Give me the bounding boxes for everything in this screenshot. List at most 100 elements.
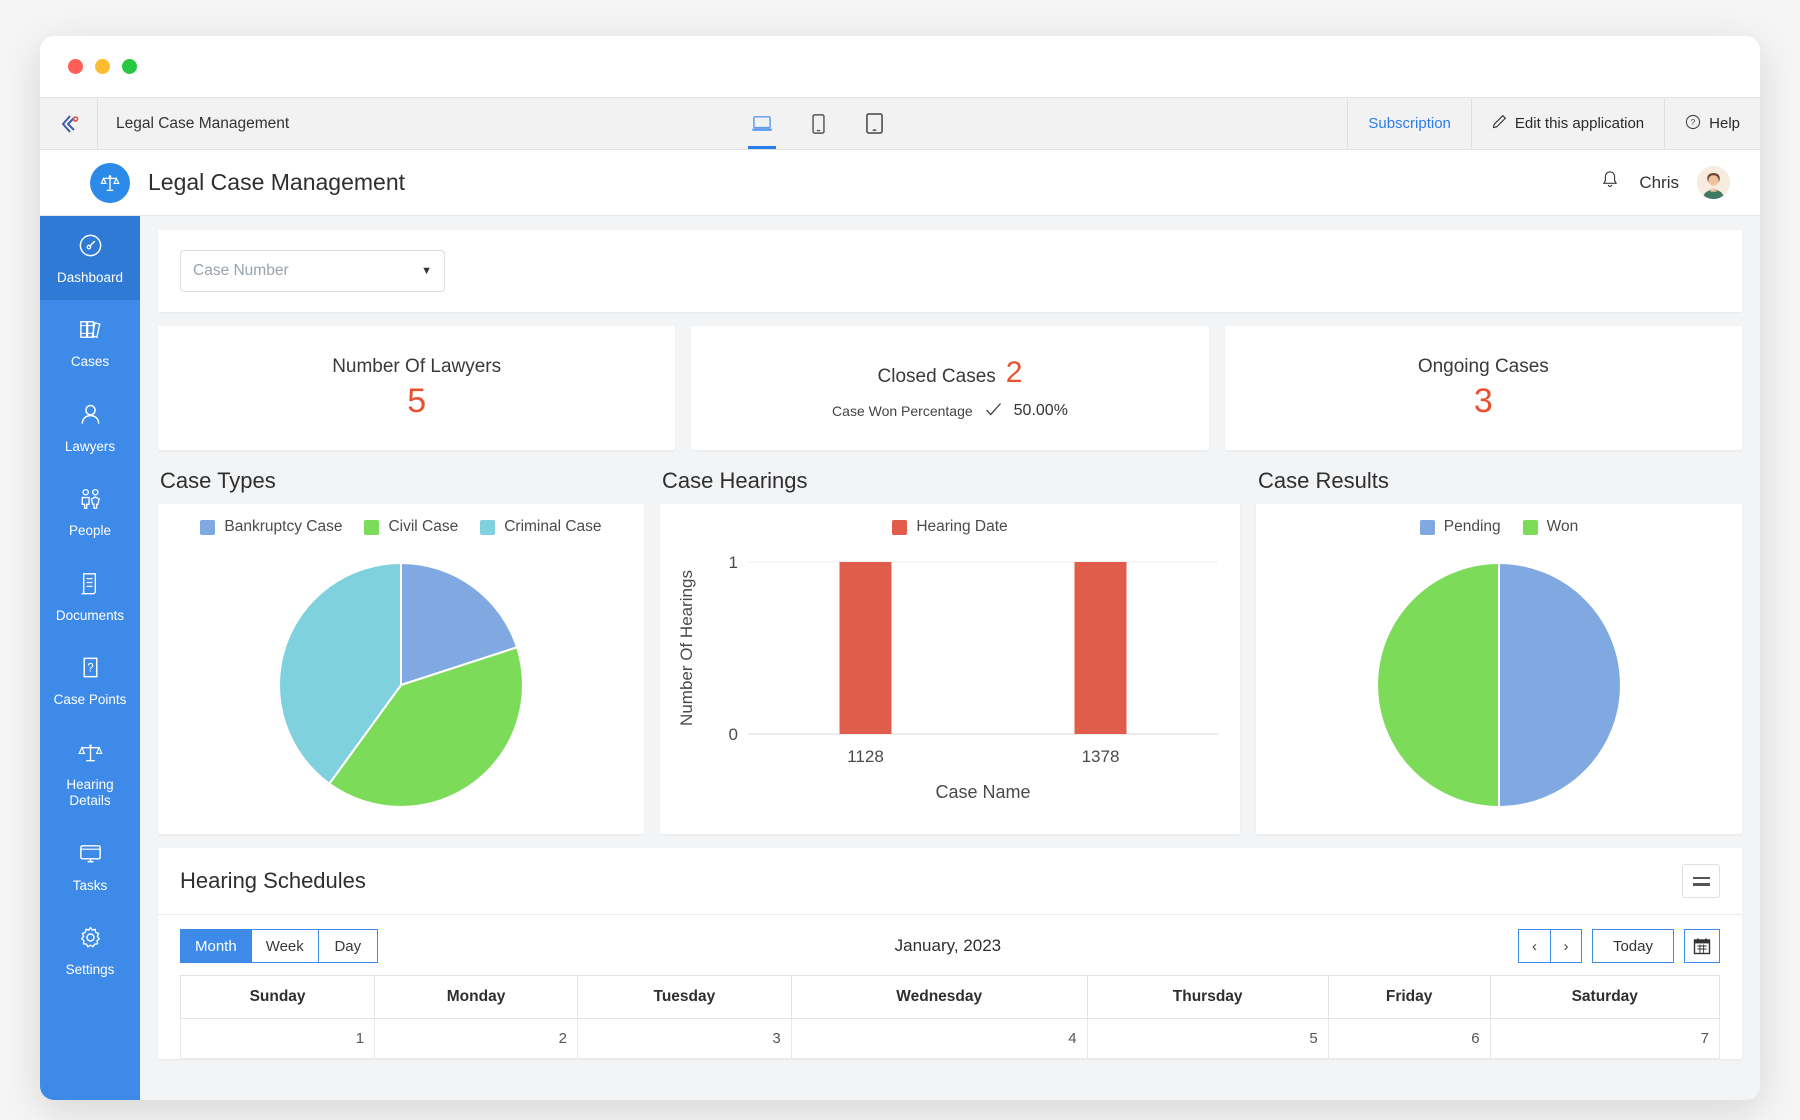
legend-swatch [892, 520, 907, 535]
chevron-down-icon: ▼ [421, 265, 432, 277]
legend-item[interactable]: Civil Case [364, 518, 458, 536]
monitor-icon [44, 840, 136, 870]
avatar[interactable] [1697, 166, 1730, 199]
sidebar-item-settings[interactable]: Settings [40, 908, 140, 992]
kpi-label: Closed Cases [878, 366, 996, 388]
sidebar-item-dashboard[interactable]: Dashboard [40, 216, 140, 300]
kpi-card-ongoing-cases: Ongoing Cases 3 [1225, 326, 1742, 450]
legend-swatch [1523, 520, 1538, 535]
device-preview-group [745, 98, 891, 149]
pie-slice[interactable] [1499, 563, 1621, 807]
help-button[interactable]: ? Help [1664, 98, 1760, 149]
sidebar-item-people[interactable]: People [40, 469, 140, 553]
calendar-view-switcher: Month Week Day [180, 929, 378, 963]
filter-bar: Case Number ▼ [158, 230, 1742, 312]
case-results-section: Case Results Pending Won [1256, 460, 1742, 834]
calendar-table: Sunday Monday Tuesday Wednesday Thursday… [180, 975, 1720, 1059]
edit-application-button[interactable]: Edit this application [1471, 98, 1664, 149]
pie-slice[interactable] [1377, 563, 1499, 807]
chart-legend: Bankruptcy Case Civil Case Criminal Case [200, 518, 601, 536]
calendar-day-cell[interactable]: 6 [1328, 1019, 1490, 1059]
kpi-card-number-of-lawyers: Number Of Lawyers 5 [158, 326, 675, 450]
case-types-pie-chart[interactable] [276, 560, 526, 810]
sidebar-item-tasks[interactable]: Tasks [40, 824, 140, 908]
scroll-icon [44, 570, 136, 600]
calendar-day-cell[interactable]: 7 [1490, 1019, 1719, 1059]
bar[interactable] [1075, 562, 1127, 734]
sidebar-item-case-points[interactable]: ? Case Points [40, 638, 140, 722]
window-maximize-button[interactable] [122, 59, 137, 74]
username-label: Chris [1639, 173, 1679, 193]
kpi-value: 5 [407, 382, 426, 421]
x-tick-label: 1128 [847, 747, 884, 766]
calendar-current-month: January, 2023 [378, 936, 1518, 956]
calendar-day-cell[interactable]: 3 [578, 1019, 792, 1059]
kpi-label: Ongoing Cases [1418, 356, 1549, 378]
window-minimize-button[interactable] [95, 59, 110, 74]
kpi-row: Number Of Lawyers 5 Closed Cases 2 Case … [158, 326, 1742, 450]
calendar-day-cell[interactable]: 4 [791, 1019, 1087, 1059]
people-icon [44, 485, 136, 515]
scales-icon [44, 739, 136, 769]
legend-item[interactable]: Bankruptcy Case [200, 518, 342, 536]
calendar-weekday-monday: Monday [375, 976, 578, 1019]
hearing-schedules-title: Hearing Schedules [180, 868, 366, 894]
window-close-button[interactable] [68, 59, 83, 74]
sidebar-item-label: Case Points [44, 692, 136, 708]
speedometer-icon [44, 232, 136, 262]
calendar-weekday-wednesday: Wednesday [791, 976, 1087, 1019]
hamburger-icon[interactable] [1682, 864, 1720, 898]
subscription-link[interactable]: Subscription [1347, 98, 1471, 149]
case-number-placeholder: Case Number [193, 262, 289, 280]
mobile-view-button[interactable] [801, 98, 835, 149]
calendar-today-button[interactable]: Today [1592, 929, 1674, 963]
calendar-day-cell[interactable]: 1 [181, 1019, 375, 1059]
toolbar-app-label: Legal Case Management [98, 98, 289, 149]
calendar-day-cell[interactable]: 5 [1087, 1019, 1328, 1059]
desktop-view-button[interactable] [745, 98, 779, 149]
legend-item[interactable]: Criminal Case [480, 518, 601, 536]
calendar-view-day[interactable]: Day [318, 929, 378, 963]
calendar-week-row: 1 2 3 4 5 6 7 [181, 1019, 1720, 1059]
legend-swatch [364, 520, 379, 535]
case-results-pie-chart[interactable] [1374, 560, 1624, 810]
sidebar-item-cases[interactable]: Cases [40, 300, 140, 384]
person-icon [44, 401, 136, 431]
case-won-percentage-row: Case Won Percentage 50.00% [832, 402, 1068, 420]
sidebar: Dashboard Cases [40, 216, 140, 1100]
calendar-view-month[interactable]: Month [180, 929, 251, 963]
calendar-next-button[interactable]: › [1550, 929, 1582, 963]
case-hearings-bar-chart[interactable]: 10Number Of Hearings11281378Case Name [670, 548, 1230, 808]
legend-item[interactable]: Won [1523, 518, 1579, 536]
help-label: Help [1709, 115, 1740, 132]
legend-item[interactable]: Hearing Date [892, 518, 1007, 536]
legend-swatch [480, 520, 495, 535]
app-header: Legal Case Management Chris [40, 150, 1760, 216]
creator-logo-icon[interactable] [40, 98, 98, 149]
tablet-view-button[interactable] [857, 98, 891, 149]
sidebar-item-documents[interactable]: Documents [40, 554, 140, 638]
y-tick-label: 1 [729, 553, 738, 572]
calendar-day-cell[interactable]: 2 [375, 1019, 578, 1059]
calendar-wrapper: Sunday Monday Tuesday Wednesday Thursday… [158, 975, 1742, 1059]
calendar-weekday-friday: Friday [1328, 976, 1490, 1019]
calendar-view-week[interactable]: Week [251, 929, 318, 963]
window-titlebar [40, 36, 1760, 98]
sidebar-item-label: Lawyers [44, 439, 136, 455]
kpi-value: 2 [1006, 356, 1023, 390]
calendar-navigation: ‹ › Today [1518, 929, 1720, 963]
legend-label: Criminal Case [504, 518, 601, 536]
legend-label: Civil Case [388, 518, 458, 536]
bell-icon[interactable] [1599, 169, 1621, 196]
edit-application-label: Edit this application [1515, 115, 1644, 132]
hearing-schedules-card: Hearing Schedules Month Week Day January… [158, 848, 1742, 1059]
calendar-icon[interactable] [1684, 929, 1720, 963]
sidebar-item-hearing-details[interactable]: Hearing Details [40, 723, 140, 824]
bar[interactable] [840, 562, 892, 734]
case-number-select[interactable]: Case Number ▼ [180, 250, 445, 292]
calendar-prev-button[interactable]: ‹ [1518, 929, 1550, 963]
x-tick-label: 1378 [1082, 747, 1120, 766]
legend-item[interactable]: Pending [1420, 518, 1501, 536]
calendar-header-row: Sunday Monday Tuesday Wednesday Thursday… [181, 976, 1720, 1019]
sidebar-item-lawyers[interactable]: Lawyers [40, 385, 140, 469]
